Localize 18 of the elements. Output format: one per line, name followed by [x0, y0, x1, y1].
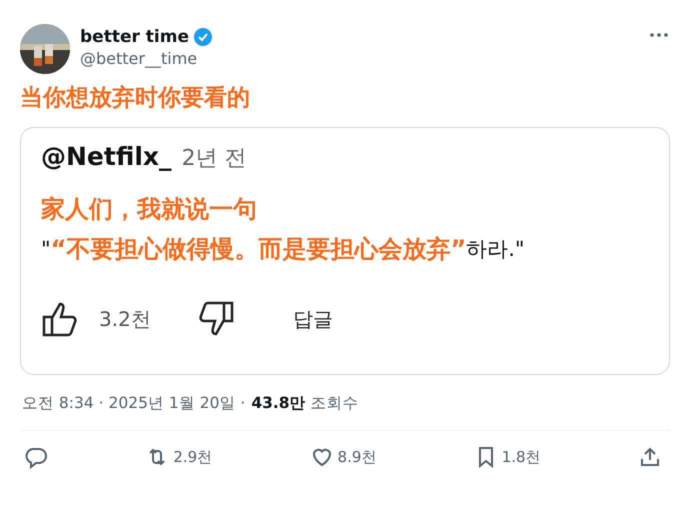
comment-username: @Netfilx_: [41, 142, 172, 171]
reply-icon: [24, 445, 48, 469]
reply-button[interactable]: [24, 445, 48, 469]
comment-time: 2년 전: [182, 145, 247, 173]
author-name[interactable]: better time: [80, 27, 189, 47]
overlay-caption: “不要担心做得慢。而是要担心会放弃”: [50, 234, 466, 265]
view-count: 43.8만 조회수: [251, 393, 358, 414]
post-time[interactable]: 오전 8:34 · 2025년 1월 20일 ·: [22, 393, 246, 414]
overlay-caption: 家人们，我就说一句: [41, 194, 258, 225]
bookmark-button[interactable]: 1.8천: [474, 445, 541, 469]
like-button[interactable]: 8.9천: [310, 445, 376, 469]
author-handle[interactable]: @better__time: [80, 49, 638, 68]
quote-mark: ": [41, 237, 51, 261]
tweet-text: 当你想放弃时你要看的: [20, 84, 251, 113]
comment-text: 하라.": [466, 236, 525, 263]
repost-button[interactable]: 2.9천: [145, 445, 212, 469]
reply-label: 답글: [292, 306, 333, 332]
like-count: 3.2천: [99, 306, 151, 332]
